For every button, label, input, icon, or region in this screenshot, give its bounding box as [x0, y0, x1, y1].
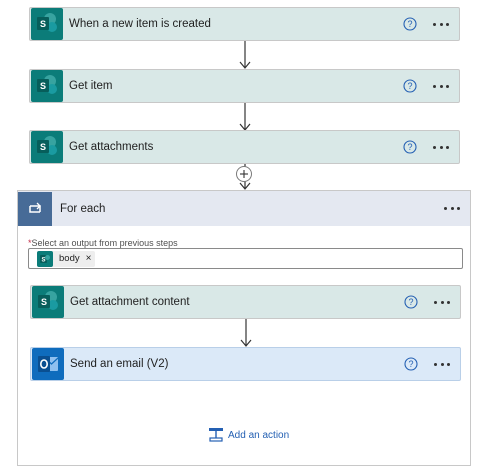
insert-step-button[interactable]: [236, 166, 252, 182]
outlook-icon: [32, 348, 64, 380]
card-title: When a new item is created: [69, 18, 211, 30]
output-select-field[interactable]: S body ×: [28, 248, 463, 269]
card-title: Get item: [69, 80, 113, 92]
card-title: Get attachment content: [70, 296, 190, 308]
more-options-icon[interactable]: [432, 295, 452, 309]
sharepoint-icon: S: [31, 8, 63, 40]
add-action-button[interactable]: Add an action: [208, 427, 289, 443]
svg-text:?: ?: [407, 19, 412, 29]
loop-icon: [18, 191, 52, 226]
help-icon[interactable]: ?: [403, 79, 417, 93]
more-options-icon[interactable]: [431, 140, 451, 154]
trigger-card[interactable]: S When a new item is created ?: [29, 7, 460, 41]
help-icon[interactable]: ?: [403, 140, 417, 154]
svg-text:?: ?: [408, 297, 413, 307]
get-attachment-content-card[interactable]: S Get attachment content ?: [30, 285, 461, 319]
foreach-title: For each: [60, 202, 106, 215]
sharepoint-icon: S: [31, 70, 63, 102]
foreach-header[interactable]: For each: [18, 191, 470, 226]
sharepoint-icon: S: [31, 131, 63, 163]
more-options-icon[interactable]: [431, 17, 451, 31]
remove-token-icon[interactable]: ×: [86, 253, 92, 264]
add-action-label: Add an action: [228, 429, 290, 441]
foreach-container: For each *Select an output from previous…: [17, 190, 471, 466]
help-icon[interactable]: ?: [404, 357, 418, 371]
field-label-text: Select an output from previous steps: [31, 238, 178, 248]
more-options-icon[interactable]: [431, 79, 451, 93]
add-action-icon: [209, 428, 223, 442]
card-title: Get attachments: [69, 141, 154, 153]
card-title: Send an email (V2): [70, 358, 169, 370]
plus-icon: [240, 170, 248, 178]
svg-text:S: S: [40, 81, 46, 91]
get-item-card[interactable]: S Get item ?: [29, 69, 460, 103]
sharepoint-icon: S: [32, 286, 64, 318]
dynamic-content-token[interactable]: S body ×: [37, 250, 96, 267]
svg-text:?: ?: [408, 359, 413, 369]
svg-text:S: S: [41, 257, 45, 263]
svg-text:S: S: [40, 19, 46, 29]
more-options-icon[interactable]: [442, 202, 462, 216]
field-label: *Select an output from previous steps: [28, 238, 178, 248]
more-options-icon[interactable]: [432, 357, 452, 371]
send-email-card[interactable]: Send an email (V2) ?: [30, 347, 461, 381]
svg-text:S: S: [41, 297, 47, 307]
svg-text:S: S: [40, 142, 46, 152]
token-label: body: [59, 253, 80, 264]
help-icon[interactable]: ?: [404, 295, 418, 309]
svg-text:?: ?: [407, 142, 412, 152]
get-attachments-card[interactable]: S Get attachments ?: [29, 130, 460, 164]
sharepoint-icon: S: [37, 250, 53, 267]
help-icon[interactable]: ?: [403, 17, 417, 31]
svg-text:?: ?: [407, 81, 412, 91]
